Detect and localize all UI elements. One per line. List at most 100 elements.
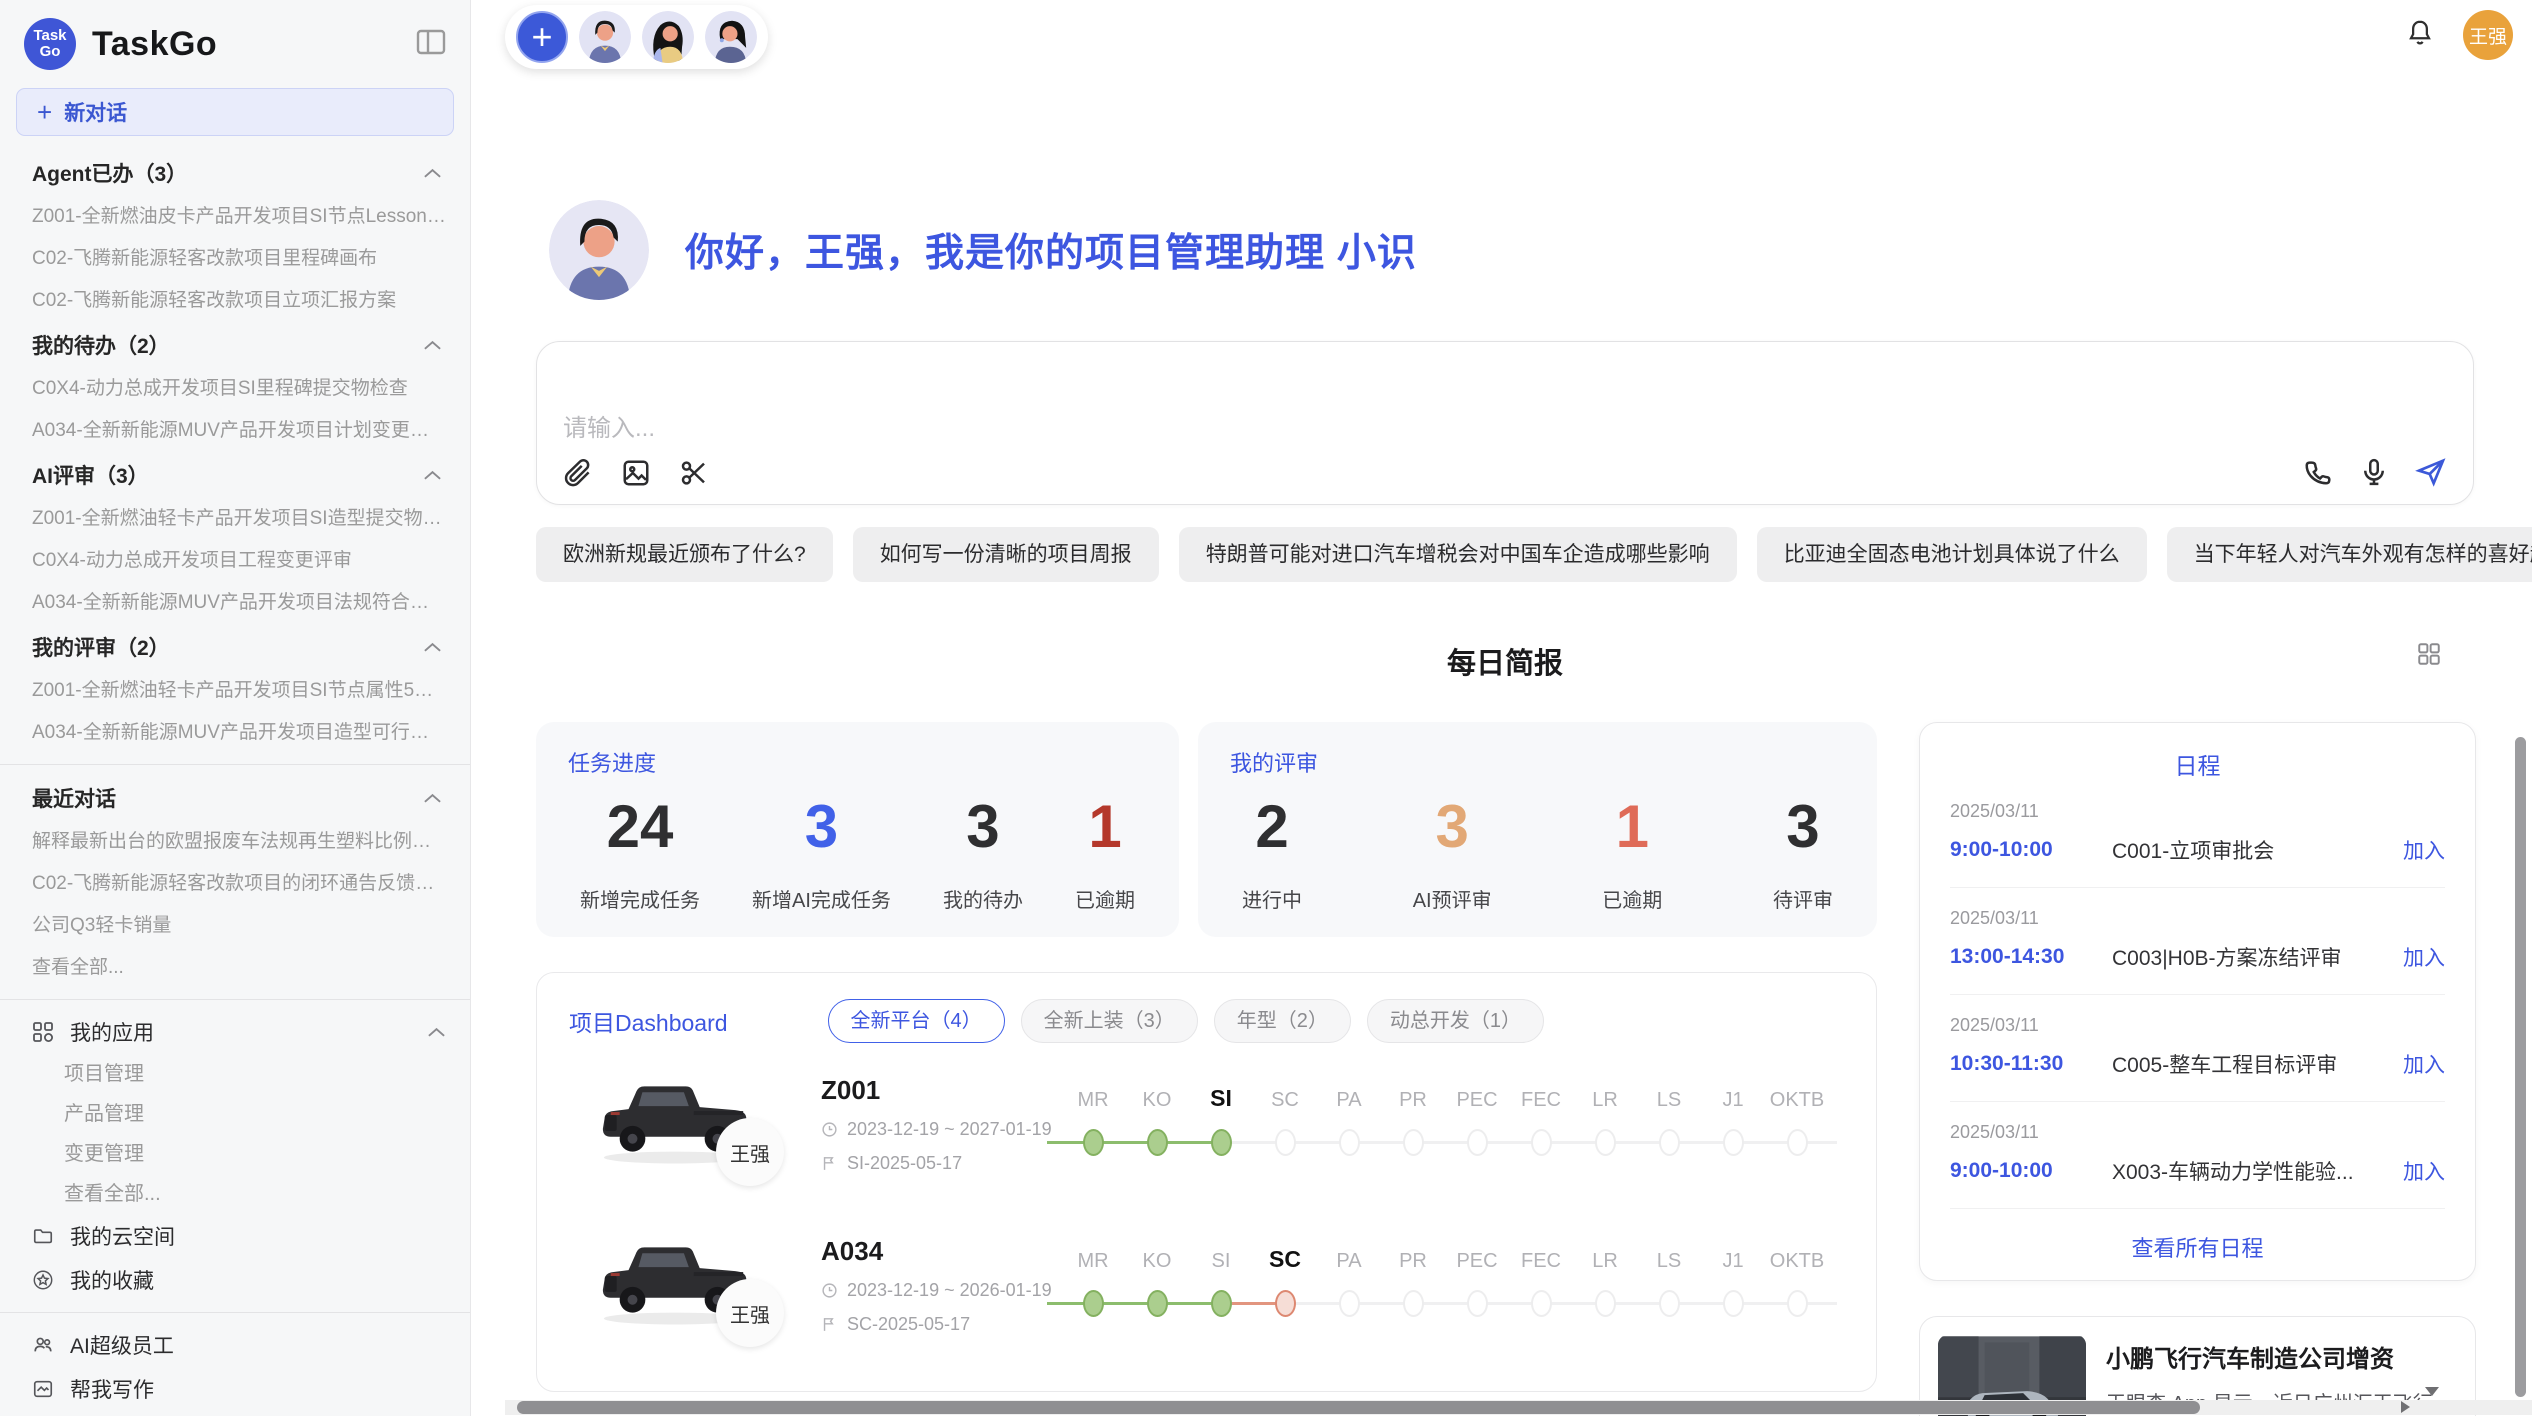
milestone-dot[interactable] [1531,1290,1552,1317]
sidebar-item-cloud-space[interactable]: 我的云空间 [0,1214,470,1258]
join-meeting-link[interactable]: 加入 [2403,1156,2445,1186]
milestone-dot[interactable] [1467,1129,1488,1156]
milestone-dot[interactable] [1339,1290,1360,1317]
milestone-dot[interactable] [1211,1129,1232,1156]
suggestion-chip[interactable]: 当下年轻人对汽车外观有怎样的喜好趋势 [2167,527,2532,582]
sidebar-section-header[interactable]: 我的待办（2） [0,322,470,368]
horizontal-scrollbar-thumb[interactable] [517,1401,2200,1414]
sidebar-item-favorites[interactable]: 我的收藏 [0,1258,470,1302]
suggestion-chip[interactable]: 欧洲新规最近颁布了什么? [536,527,833,582]
sidebar-conversation-item[interactable]: C02-飞腾新能源轻客改款项目里程碑画布 [0,238,470,280]
new-chat-button[interactable]: + 新对话 [16,88,454,136]
sidebar-conversation-item[interactable]: C02-飞腾新能源轻客改款项目的闭环通告反馈情况 [0,863,470,905]
sidebar-conversation-item[interactable]: A034-全新新能源MUV产品开发项目法规符合性评审 [0,582,470,624]
dashboard-filter-pill[interactable]: 年型（2） [1214,999,1351,1043]
scroll-right-arrow-icon[interactable] [2401,1401,2410,1413]
sidebar-conversation-item[interactable]: C0X4-动力总成开发项目SI里程碑提交物检查 [0,368,470,410]
sidebar-section-header[interactable]: 最近对话 [0,775,470,821]
milestone-dot[interactable] [1403,1290,1424,1317]
chevron-up-icon[interactable] [423,792,442,804]
milestone-dot[interactable] [1595,1290,1616,1317]
chevron-up-icon[interactable] [423,641,442,653]
join-meeting-link[interactable]: 加入 [2403,1049,2445,1079]
sidebar-conversation-item[interactable]: C0X4-动力总成开发项目工程变更评审 [0,540,470,582]
chevron-up-icon[interactable] [423,167,442,179]
dashboard-filter-pill[interactable]: 全新平台（4） [828,999,1005,1043]
greeting-text: 你好，王强，我是你的项目管理助理 小识 [685,222,1417,278]
join-meeting-link[interactable]: 加入 [2403,942,2445,972]
app-link-project-mgmt[interactable]: 项目管理 [0,1054,470,1094]
avatar-member-3[interactable] [705,11,757,63]
scissors-icon[interactable] [679,458,709,488]
sidebar-conversation-item[interactable]: 查看全部... [0,947,470,989]
suggestion-chip[interactable]: 如何写一份清晰的项目周报 [853,527,1159,582]
milestone-dot[interactable] [1339,1129,1360,1156]
chat-composer[interactable]: 请输入... [536,341,2474,505]
sidebar-section-title: 我的评审（2） [32,632,170,662]
chevron-up-icon[interactable] [427,1020,446,1044]
avatar-member-2[interactable] [642,11,694,63]
scroll-down-arrow-icon[interactable] [2425,1387,2439,1396]
milestone-dot[interactable] [1275,1290,1296,1317]
vertical-scrollbar-thumb[interactable] [2515,737,2526,1397]
send-icon[interactable] [2415,456,2447,488]
layout-grid-icon[interactable] [2416,641,2442,672]
add-member-button[interactable]: + [516,11,568,63]
milestone-dot[interactable] [1595,1129,1616,1156]
view-all-schedule-link[interactable]: 查看所有日程 [1920,1231,2475,1263]
sidebar-item-creative-draw[interactable]: 创意制图 [0,1411,470,1416]
user-avatar[interactable]: 王强 [2463,10,2513,60]
sidebar-conversation-item[interactable]: C02-飞腾新能源轻客改款项目立项汇报方案 [0,280,470,322]
milestone-dot[interactable] [1147,1290,1168,1317]
milestone-dot[interactable] [1787,1290,1808,1317]
dashboard-filter-pill[interactable]: 动总开发（1） [1367,999,1544,1043]
app-link-change-mgmt[interactable]: 变更管理 [0,1134,470,1174]
milestone-dot[interactable] [1083,1290,1104,1317]
chevron-up-icon[interactable] [423,339,442,351]
bell-icon[interactable] [2405,18,2435,53]
milestone-dot[interactable] [1083,1129,1104,1156]
microphone-icon[interactable] [2359,457,2389,487]
milestone-dot[interactable] [1531,1129,1552,1156]
sidebar-conversation-item[interactable]: Z001-全新燃油轻卡产品开发项目SI节点属性5D文件评审 [0,670,470,712]
project-row[interactable]: 王强Z0012023-12-19 ~ 2027-01-19SI-2025-05-… [537,1059,1876,1220]
sidebar-conversation-item[interactable]: 公司Q3轻卡销量 [0,905,470,947]
milestone-dot[interactable] [1275,1129,1296,1156]
dashboard-filter-pill[interactable]: 全新上装（3） [1021,999,1198,1043]
app-link-product-mgmt[interactable]: 产品管理 [0,1094,470,1134]
milestone-dot[interactable] [1211,1290,1232,1317]
sidebar-section-header[interactable]: AI评审（3） [0,452,470,498]
sidebar-section-header[interactable]: 我的评审（2） [0,624,470,670]
sidebar-conversation-item[interactable]: Z001-全新燃油轻卡产品开发项目SI造型提交物评审 [0,498,470,540]
folder-icon [32,1225,54,1247]
attachment-icon[interactable] [563,458,593,488]
milestone-dot[interactable] [1659,1129,1680,1156]
sidebar-section-header[interactable]: Agent已办（3） [0,150,470,196]
milestone-dot[interactable] [1723,1290,1744,1317]
milestone-dot[interactable] [1467,1290,1488,1317]
sidebar-conversation-item[interactable]: Z001-全新燃油皮卡产品开发项目SI节点Lesson Learn报告 [0,196,470,238]
milestone-dot[interactable] [1403,1129,1424,1156]
suggestion-chip[interactable]: 特朗普可能对进口汽车增税会对中国车企造成哪些影响 [1179,527,1737,582]
project-row[interactable]: 王强A0342023-12-19 ~ 2026-01-19SC-2025-05-… [537,1220,1876,1381]
milestone-dot[interactable] [1787,1129,1808,1156]
milestone-dot[interactable] [1147,1129,1168,1156]
panel-toggle-icon[interactable] [416,29,446,60]
sidebar-conversation-item[interactable]: A034-全新新能源MUV产品开发项目造型可行性评审 [0,712,470,754]
sidebar-conversation-item[interactable]: A034-全新新能源MUV产品开发项目计划变更表编写 [0,410,470,452]
sidebar-conversation-item[interactable]: 解释最新出台的欧盟报废车法规再生塑料比例被调至15%... [0,821,470,863]
avatar-member-1[interactable] [579,11,631,63]
suggestion-chip[interactable]: 比亚迪全固态电池计划具体说了什么 [1757,527,2147,582]
sidebar-item-help-write[interactable]: 帮我写作 [0,1367,470,1411]
horizontal-scrollbar-track[interactable] [505,1400,2532,1415]
sidebar-item-ai-super-staff[interactable]: AI超级员工 [0,1323,470,1367]
phone-icon[interactable] [2303,457,2333,487]
chevron-up-icon[interactable] [423,469,442,481]
join-meeting-link[interactable]: 加入 [2403,835,2445,865]
milestone-dot[interactable] [1723,1129,1744,1156]
image-upload-icon[interactable] [621,458,651,488]
milestone-dot[interactable] [1659,1290,1680,1317]
sidebar-item-my-apps[interactable]: 我的应用 [0,1010,470,1054]
app-link-view-all[interactable]: 查看全部... [0,1174,470,1214]
stat-label: 我的待办 [943,884,1023,913]
